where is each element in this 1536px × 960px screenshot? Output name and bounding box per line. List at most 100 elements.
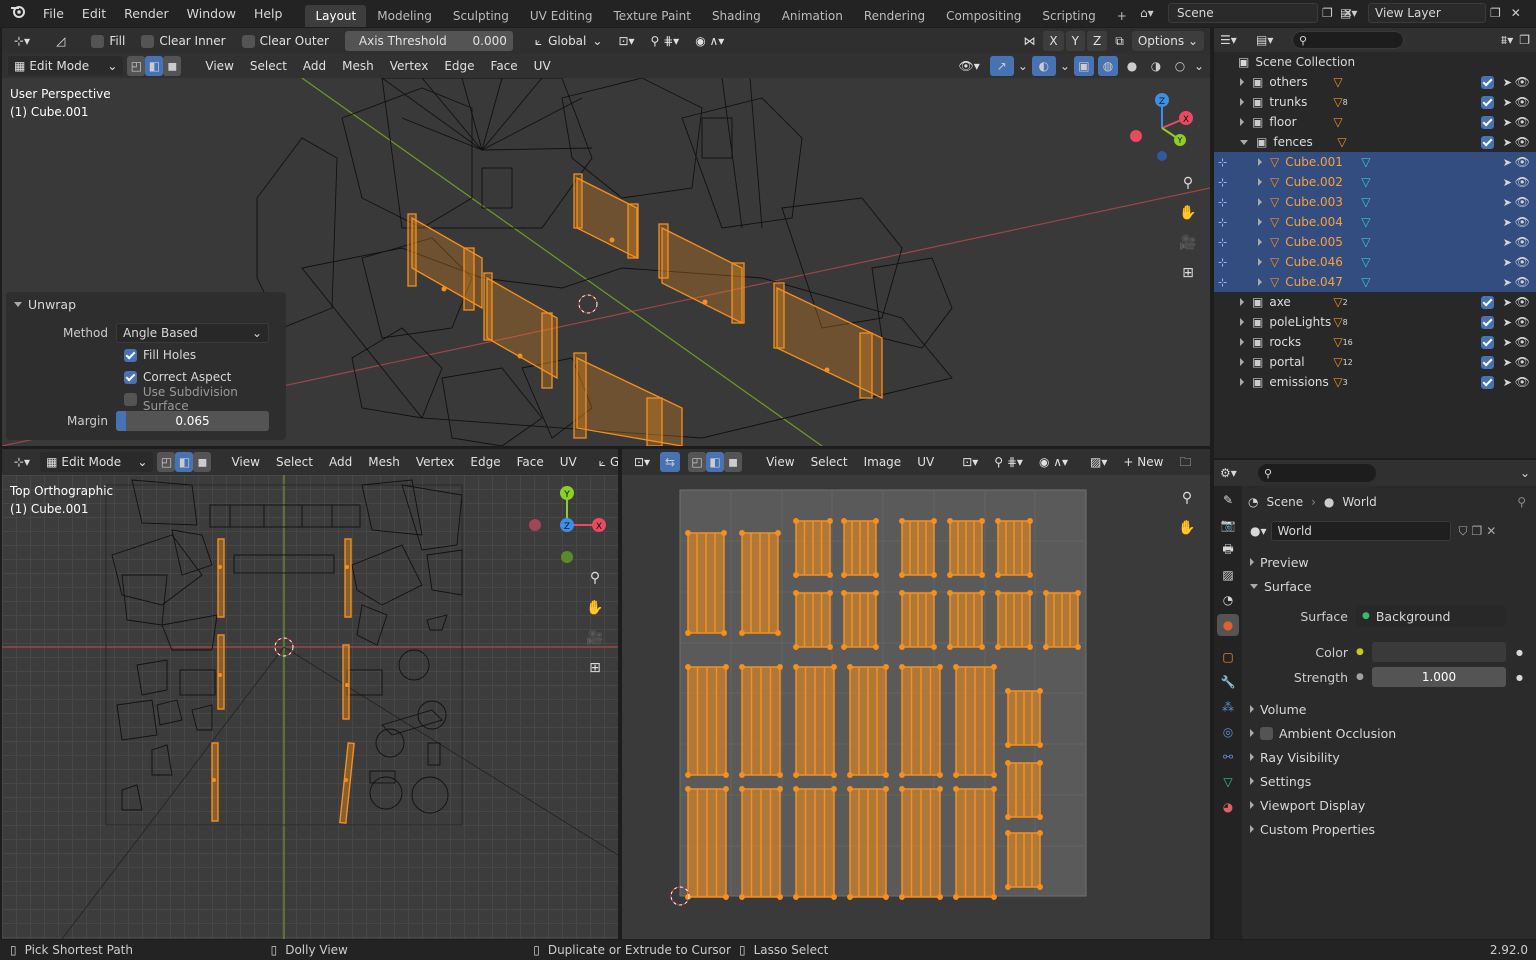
uv-vertex[interactable]	[1027, 572, 1033, 578]
clear-outer-toggle[interactable]: Clear Outer	[236, 31, 335, 51]
uv-vertex[interactable]	[931, 644, 937, 650]
image-browse-icon[interactable]: ▨▾	[1084, 452, 1113, 472]
tab-sculpting[interactable]: Sculpting	[443, 5, 519, 27]
exclude-checkbox[interactable]	[1481, 216, 1494, 229]
uv-vertex[interactable]	[947, 644, 953, 650]
eye-icon[interactable]: 👁	[1515, 255, 1530, 269]
uv-vertex[interactable]	[841, 590, 847, 596]
uv-vertex[interactable]	[937, 894, 943, 900]
uv-vertex[interactable]	[991, 894, 997, 900]
uv-vertex[interactable]	[847, 786, 853, 792]
uv-vertex[interactable]	[1037, 884, 1043, 890]
viewport-3d-bottom[interactable]: ⊹▾ ▦ Edit Mode ⌄ ◰ ◧ ◼ View Select Add Mes…	[2, 449, 618, 939]
uv-vertex[interactable]	[841, 572, 847, 578]
uv-vertex[interactable]	[947, 590, 953, 596]
uv-vertex[interactable]	[739, 530, 745, 536]
uv-vertex[interactable]	[991, 664, 997, 670]
section-ray-visibility[interactable]: Ray Visibility	[1242, 745, 1536, 769]
outliner-object-row[interactable]: ⊹ ▽ Cube.001 ▽ ➤ 👁	[1214, 152, 1536, 172]
uv-vertex[interactable]	[899, 572, 905, 578]
uv-vertex[interactable]	[899, 590, 905, 596]
uv-vertex[interactable]	[1005, 830, 1011, 836]
mesh-data-icon[interactable]: ▽	[1361, 235, 1370, 249]
tab-texture-paint[interactable]: Texture Paint	[604, 5, 701, 27]
menu-mesh[interactable]: Mesh	[362, 452, 406, 472]
fill-holes-option[interactable]: Fill Holes	[6, 344, 286, 366]
tab-animation[interactable]: Animation	[772, 5, 853, 27]
pivot-point-icon[interactable]: ⊡▾	[612, 31, 640, 51]
uv-vertex[interactable]	[793, 786, 799, 792]
uv-vertex[interactable]	[723, 664, 729, 670]
uv-vertex[interactable]	[777, 786, 783, 792]
expand-arrow-icon[interactable]	[1240, 98, 1244, 106]
outliner-object-row[interactable]: ⊹ ▽ Cube.005 ▽ ➤ 👁	[1214, 232, 1536, 252]
uv-vertex[interactable]	[937, 772, 943, 778]
mesh-data-icon[interactable]: ▽	[1361, 255, 1370, 269]
use-subdivision-option[interactable]: Use Subdivision Surface	[6, 385, 286, 413]
new-collection-icon[interactable]: ❐	[1519, 33, 1530, 47]
uv-vertex[interactable]	[739, 664, 745, 670]
wireframe-shading-icon[interactable]: ◍	[1097, 56, 1118, 76]
edit-mode-toggle-icon[interactable]: ⊹	[1218, 176, 1227, 189]
ambient-occlusion-checkbox[interactable]	[1260, 726, 1273, 740]
surface-shader-field[interactable]: ● Background	[1356, 606, 1506, 626]
uv-vertex[interactable]	[931, 518, 937, 524]
uv-vertex[interactable]	[1037, 688, 1043, 694]
uv-vertex[interactable]	[873, 572, 879, 578]
new-view-layer-icon[interactable]: ❐	[1490, 6, 1501, 20]
section-custom-properties[interactable]: Custom Properties	[1242, 817, 1536, 841]
outliner-collection-row[interactable]: ▣ rocks ▽ 16 ➤ 👁	[1214, 332, 1536, 352]
fill-checkbox[interactable]	[91, 34, 105, 48]
uv-vertex[interactable]	[979, 518, 985, 524]
tab-layout[interactable]: Layout	[305, 5, 367, 27]
pan-hand-icon[interactable]: ✋	[1174, 515, 1200, 541]
perspective-grid-icon[interactable]: ⊞	[1175, 260, 1201, 286]
outliner-collection-row[interactable]: ▣ others ▽ ➤ 👁	[1214, 72, 1536, 92]
uv-vertex[interactable]	[847, 894, 853, 900]
section-viewport-display[interactable]: Viewport Display	[1242, 793, 1536, 817]
physics-tab-icon[interactable]: ◎	[1217, 721, 1239, 743]
uv-vertex[interactable]	[793, 590, 799, 596]
mesh-data-icon[interactable]: ▽	[1361, 215, 1370, 229]
uv-vertex[interactable]	[995, 518, 1001, 524]
expand-arrow-icon[interactable]	[1258, 238, 1262, 246]
render-tab-icon[interactable]: 📷	[1217, 514, 1239, 536]
transform-orientation-dropdown[interactable]: ⟀Glob	[593, 452, 618, 472]
margin-slider[interactable]: 0.065	[116, 411, 269, 431]
filter-icon[interactable]: ⩩▾	[1501, 33, 1513, 48]
selectable-arrow-icon[interactable]: ➤	[1503, 76, 1512, 89]
uv-sync-selection-icon[interactable]: ⇆	[660, 452, 681, 472]
mesh-data-icon[interactable]: ▽	[1361, 155, 1370, 169]
material-tab-icon[interactable]: ◕	[1217, 796, 1239, 818]
uv-vertex[interactable]	[831, 786, 837, 792]
uv-vertex[interactable]	[1075, 644, 1081, 650]
tab-compositing[interactable]: Compositing	[936, 5, 1031, 27]
menu-image[interactable]: Image	[858, 452, 908, 472]
pan-hand-icon[interactable]: ✋	[1175, 200, 1201, 226]
uv-vertex[interactable]	[685, 664, 691, 670]
outliner-object-row[interactable]: ⊹ ▽ Cube.003 ▽ ➤ 👁	[1214, 192, 1536, 212]
outliner-collection-row[interactable]: ▣ fences ▽ ➤ 👁	[1214, 132, 1536, 152]
uv-vertex[interactable]	[1037, 830, 1043, 836]
exclude-checkbox[interactable]	[1481, 276, 1494, 289]
color-swatch[interactable]	[1372, 642, 1506, 662]
uv-vertex[interactable]	[873, 590, 879, 596]
uv-vertex[interactable]	[873, 644, 879, 650]
mode-dropdown[interactable]: ▦ Edit Mode ⌄	[8, 56, 124, 76]
edit-mode-toggle-icon[interactable]: ⊹	[1218, 256, 1227, 269]
exclude-checkbox[interactable]	[1481, 156, 1494, 169]
uv-vertex[interactable]	[739, 772, 745, 778]
uv-vertex[interactable]	[953, 786, 959, 792]
uv-vertex[interactable]	[685, 530, 691, 536]
uv-vertex[interactable]	[1005, 742, 1011, 748]
section-settings[interactable]: Settings	[1242, 769, 1536, 793]
uv-vertex[interactable]	[1075, 590, 1081, 596]
selectable-arrow-icon[interactable]: ➤	[1503, 196, 1512, 209]
tab-scripting[interactable]: Scripting	[1032, 5, 1105, 27]
uv-vertex[interactable]	[777, 664, 783, 670]
active-tool-icon[interactable]: ◿	[50, 31, 71, 51]
exclude-checkbox[interactable]	[1481, 375, 1494, 389]
axis-z-toggle[interactable]: Z	[1087, 31, 1108, 51]
expand-arrow-icon[interactable]	[1258, 278, 1262, 286]
expand-arrow-icon[interactable]	[1240, 358, 1244, 366]
